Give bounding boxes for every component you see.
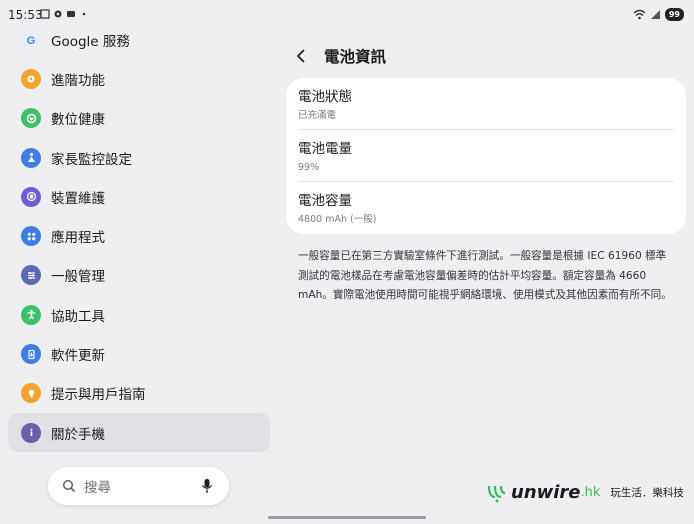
capacity-note: 一般容量已在第三方實驗室條件下進行測試。一般容量是根據 IEC 61960 標準… [298, 250, 672, 301]
sidebar-item-label: 裝置維護 [51, 190, 105, 207]
sidebar-item-label: 一般管理 [51, 269, 105, 286]
unwire-logo-icon [487, 485, 506, 502]
battery-badge: 99 [664, 8, 684, 21]
sidebar-item-about-phone[interactable]: 關於手機 [8, 412, 270, 453]
update-icon [21, 344, 41, 365]
microphone-icon[interactable] [201, 478, 213, 494]
sliders-icon [21, 265, 41, 286]
list-item-battery-level[interactable]: 電池電量 99% [298, 130, 674, 182]
sidebar-item-label: 家長監控設定 [51, 151, 132, 168]
sidebar-item-label: 提示與用戶指南 [51, 387, 146, 404]
sidebar-item-google[interactable]: G Google 服務 [8, 20, 270, 59]
search-icon [62, 479, 76, 493]
row-value: 4800 mAh (一般) [298, 214, 377, 225]
watermark-suffix: .hk [580, 485, 601, 500]
page-header: 電池資訊 [296, 44, 386, 68]
sidebar-item-label: 軟件更新 [51, 348, 105, 365]
message-icon [67, 11, 75, 17]
signal-icon [650, 10, 660, 19]
sidebar-item-software-update[interactable]: 軟件更新 [8, 334, 270, 373]
home-indicator[interactable] [268, 516, 426, 519]
sidebar-item-tips[interactable]: 提示與用戶指南 [8, 374, 270, 413]
heart-icon [21, 108, 41, 129]
apps-icon [21, 226, 41, 247]
list-item-battery-status[interactable]: 電池狀態 已充滿電 [298, 78, 674, 130]
search-input[interactable]: 搜尋 [84, 476, 201, 496]
sidebar-item-parental-controls[interactable]: 家長監控設定 [8, 138, 270, 177]
screenshot-icon [40, 9, 50, 19]
sidebar-item-label: 應用程式 [51, 230, 105, 247]
row-value: 已充滿電 [298, 110, 337, 121]
sidebar-item-label: 數位健康 [51, 112, 105, 129]
row-title: 電池容量 [298, 193, 352, 209]
dot-icon [82, 12, 86, 16]
sidebar-item-label: 關於手機 [51, 426, 105, 443]
chevron-left-icon [296, 49, 305, 63]
page-title: 電池資訊 [324, 48, 387, 66]
accessibility-icon [21, 304, 41, 325]
sidebar-item-accessibility[interactable]: 協助工具 [8, 295, 270, 334]
bulb-icon [21, 383, 41, 404]
star-gear-icon [21, 68, 41, 89]
sidebar-item-label: Google 服務 [51, 33, 130, 50]
notification-icons [40, 9, 89, 19]
sidebar-item-apps[interactable]: 應用程式 [8, 216, 270, 255]
sidebar-item-general-management[interactable]: 一般管理 [8, 256, 270, 295]
gear-icon [54, 10, 62, 18]
sidebar-item-device-care[interactable]: 裝置維護 [8, 177, 270, 216]
svg-text:G: G [27, 35, 36, 46]
sidebar-item-advanced-features[interactable]: 進階功能 [8, 59, 270, 98]
row-value: 99% [298, 162, 320, 173]
info-icon [21, 422, 41, 443]
row-title: 電池狀態 [298, 89, 352, 105]
sidebar-item-label: 協助工具 [51, 308, 105, 325]
search-bar[interactable]: 搜尋 [48, 467, 229, 505]
google-icon: G [21, 29, 41, 50]
watermark-logo: unwire [511, 482, 581, 503]
device-care-icon [21, 186, 41, 207]
list-item-battery-capacity[interactable]: 電池容量 4800 mAh (一般) [298, 182, 674, 234]
battery-info-card: 電池狀態 已充滿電 電池電量 99% 電池容量 4800 mAh (一般) [286, 78, 686, 234]
watermark: unwire .hk 玩生活．樂科技 [486, 482, 684, 503]
wifi-icon [633, 9, 646, 20]
watermark-slogan: 玩生活．樂科技 [610, 487, 684, 499]
sidebar: G Google 服務 進階功能 數位健康 家長監控設定 裝置維護 應用程式 一… [8, 20, 270, 453]
sidebar-item-digital-wellbeing[interactable]: 數位健康 [8, 99, 270, 138]
sidebar-item-label: 進階功能 [51, 72, 105, 89]
system-icons: 99 [633, 8, 684, 21]
child-icon [21, 147, 41, 168]
row-title: 電池電量 [298, 141, 352, 157]
back-button[interactable] [296, 44, 316, 68]
